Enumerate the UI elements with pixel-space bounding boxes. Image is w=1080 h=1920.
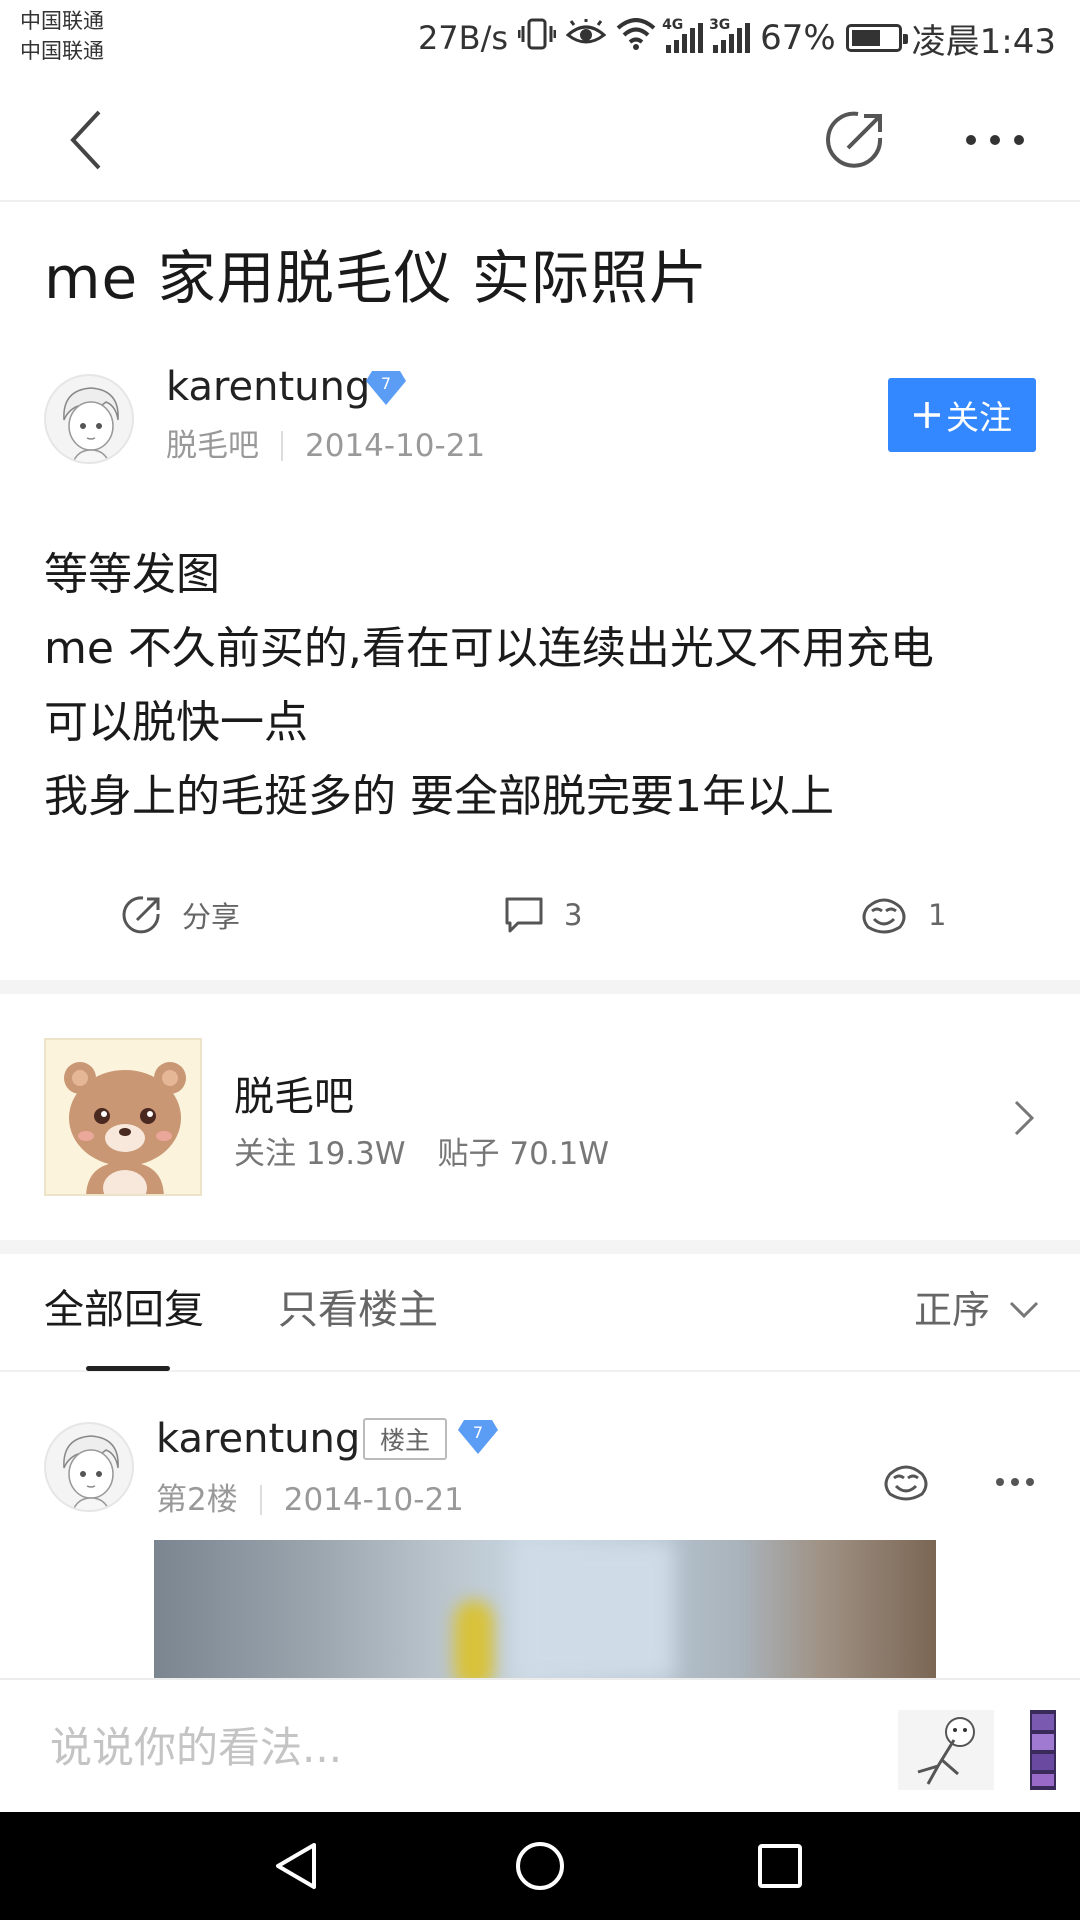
status-bar: 中国联通 中国联通 27B/s 4G 3G 67% 凌晨1:43 [0, 0, 1080, 78]
forum-card[interactable]: 脱毛吧 关注 19.3W 贴子 70.1W [0, 1008, 1080, 1240]
author-avatar[interactable] [44, 374, 134, 464]
sort-label: 正序 [913, 1288, 990, 1332]
level-number: 7 [473, 1423, 483, 1442]
square-recents-icon [758, 1844, 802, 1888]
back-button[interactable] [50, 100, 120, 180]
post-actions: 分享 3 1 [0, 880, 1080, 950]
follow-label: 关注 [946, 398, 1012, 437]
chevron-left-icon [70, 110, 101, 170]
signal-icon-1: 4G [662, 17, 704, 53]
level-number: 7 [381, 374, 391, 393]
author-meta: 脱毛吧 2014-10-21 [166, 426, 485, 466]
post-title: me 家用脱毛仪 实际照片 [44, 244, 709, 312]
reply-floor: 第2楼 [156, 1482, 238, 1518]
top-nav [0, 78, 1080, 202]
op-tag: 楼主 [363, 1418, 447, 1460]
photo-blur-detail [514, 1540, 674, 1680]
system-home-button[interactable] [505, 1834, 575, 1898]
reply-date: 2014-10-21 [283, 1482, 464, 1518]
image-thumbnail-icon [1032, 1714, 1054, 1786]
status-indicators: 27B/s 4G 3G 67% 凌晨1:43 [418, 14, 1056, 62]
battery-icon [845, 24, 908, 52]
signal-2-label: 3G [709, 17, 731, 33]
comment-input[interactable] [50, 1720, 850, 1776]
section-divider [0, 980, 1080, 994]
forum-stats: 关注 19.3W 贴子 70.1W [234, 1134, 609, 1174]
post-body: 等等发图 me 不久前买的,看在可以连续出光又不用充电 可以脱快一点 我身上的毛… [44, 538, 1044, 834]
section-divider [0, 1240, 1080, 1254]
sticker-icon [917, 1717, 975, 1785]
reply-meta: 第2楼 2014-10-21 [156, 1480, 464, 1520]
like-face-icon [884, 1465, 928, 1501]
share-button[interactable] [818, 100, 894, 180]
clock: 凌晨1:43 [911, 21, 1056, 62]
post-body-line: 可以脱快一点 [44, 697, 308, 748]
tab-op-only[interactable]: 只看楼主 [278, 1284, 438, 1336]
system-nav-bar [0, 1812, 1080, 1920]
reply-author-name[interactable]: karentung [156, 1414, 360, 1464]
photo-blur-detail [454, 1600, 494, 1680]
signal-icon-2: 3G [709, 17, 751, 53]
chevron-down-icon [1009, 1301, 1039, 1319]
forum-posts: 贴子 70.1W [437, 1136, 610, 1172]
carrier-label-1: 中国联通 [20, 9, 104, 33]
chevron-right-icon [1014, 1100, 1035, 1136]
comment-icon [505, 897, 543, 933]
forum-followers: 关注 19.3W [234, 1136, 406, 1172]
avatar-illustration [63, 1435, 119, 1510]
carrier-label-2: 中国联通 [20, 39, 104, 63]
post-date: 2014-10-21 [305, 428, 486, 464]
share-icon [826, 111, 883, 168]
bear-avatar-illustration [64, 1062, 186, 1194]
post-forum-link[interactable]: 脱毛吧 [166, 426, 259, 466]
like-face-icon [862, 898, 906, 934]
triangle-back-icon [276, 1843, 316, 1889]
post-body-line: 我身上的毛挺多的 要全部脱完要1年以上 [44, 771, 834, 822]
level-badge-icon: 7 [458, 1418, 498, 1456]
circle-home-icon [516, 1842, 564, 1890]
battery-percent: 67% [760, 18, 836, 58]
screen: 中国联通 中国联通 27B/s 4G 3G 67% 凌晨1:43 me 家用脱毛… [0, 0, 1080, 1920]
comment-bar [0, 1678, 1080, 1812]
post-body-line: me 不久前买的,看在可以连续出光又不用充电 [44, 623, 934, 674]
forum-avatar [44, 1038, 202, 1196]
eye-comfort-icon [565, 18, 607, 58]
author-name[interactable]: karentung [166, 362, 370, 412]
plus-icon [914, 402, 940, 428]
reply-tabs: 全部回复 只看楼主 正序 [0, 1254, 1080, 1372]
comment-count: 3 [564, 898, 583, 932]
more-button[interactable] [950, 100, 1040, 180]
more-dots-icon [996, 1478, 1034, 1486]
comment-action[interactable]: 3 [504, 880, 582, 950]
tab-all-replies[interactable]: 全部回复 [44, 1284, 204, 1336]
reply-like-button[interactable] [876, 1456, 936, 1508]
meta-separator [281, 431, 283, 461]
reply-more-button[interactable] [990, 1462, 1040, 1502]
share-label: 分享 [182, 900, 241, 934]
level-badge-icon: 7 [366, 369, 406, 407]
like-count: 1 [928, 898, 947, 932]
reply-photo[interactable] [154, 1540, 936, 1680]
reply-avatar[interactable] [44, 1422, 134, 1512]
meta-separator [259, 1485, 262, 1515]
more-dots-icon [966, 135, 1024, 145]
system-back-button[interactable] [262, 1834, 332, 1898]
avatar-illustration [63, 387, 119, 462]
signal-1-label: 4G [662, 17, 684, 33]
follow-button[interactable]: 关注 [888, 378, 1036, 452]
sort-dropdown[interactable]: 正序 [914, 1284, 1040, 1336]
vibrate-icon [517, 17, 557, 60]
net-speed: 27B/s [417, 19, 509, 57]
active-tab-indicator [86, 1366, 170, 1371]
forum-name: 脱毛吧 [234, 1074, 354, 1120]
emoji-sticker-button[interactable] [898, 1710, 994, 1790]
post-body-line: 等等发图 [44, 549, 220, 600]
image-picker-button[interactable] [1030, 1710, 1056, 1790]
share-action[interactable]: 分享 [122, 880, 240, 950]
wifi-icon [616, 17, 656, 59]
like-action[interactable]: 1 [860, 880, 946, 950]
system-recents-button[interactable] [745, 1834, 815, 1898]
share-icon [122, 896, 160, 934]
